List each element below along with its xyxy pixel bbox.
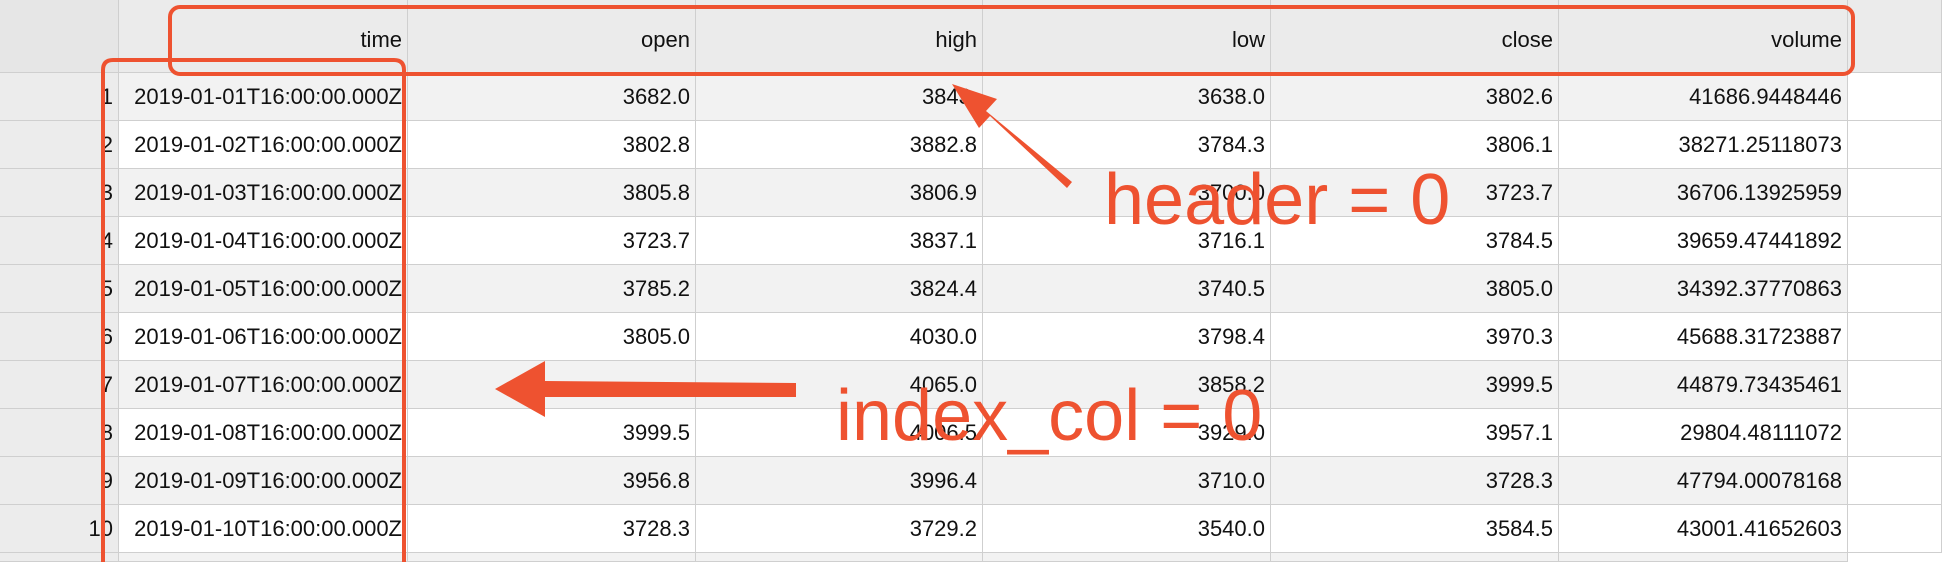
- cell-close[interactable]: 3957.1: [1271, 409, 1559, 457]
- cell-volume[interactable]: 39659.47441892: [1559, 217, 1848, 265]
- cell-high[interactable]: 3882.8: [696, 121, 983, 169]
- cell-volume[interactable]: 36706.13925959: [1559, 169, 1848, 217]
- cell-open[interactable]: 3785.2: [408, 265, 696, 313]
- column-header-low[interactable]: low: [983, 0, 1271, 73]
- cell-time[interactable]: 2019-01-03T16:00:00.000Z: [119, 169, 408, 217]
- row-filler: [1848, 457, 1942, 505]
- row-index-cell[interactable]: 8: [0, 409, 119, 457]
- cell-volume[interactable]: 38271.25118073: [1559, 121, 1848, 169]
- row-index-cell-partial: [0, 553, 119, 562]
- cell-open[interactable]: 3728.3: [408, 505, 696, 553]
- cell-open[interactable]: 3805.0: [408, 313, 696, 361]
- row-filler: [1848, 265, 1942, 313]
- cell-low[interactable]: 3798.4: [983, 313, 1271, 361]
- row-index-cell[interactable]: 6: [0, 313, 119, 361]
- row-filler: [1848, 121, 1942, 169]
- cell-high[interactable]: 4030.0: [696, 313, 983, 361]
- cell-volume[interactable]: 45688.31723887: [1559, 313, 1848, 361]
- cell-volume[interactable]: 34392.37770863: [1559, 265, 1848, 313]
- column-header-time[interactable]: time: [119, 0, 408, 73]
- column-header-volume[interactable]: volume: [1559, 0, 1848, 73]
- cell-partial: [1271, 553, 1559, 562]
- cell-open[interactable]: 3805.8: [408, 169, 696, 217]
- cell-close[interactable]: 3805.0: [1271, 265, 1559, 313]
- cell-partial: [983, 553, 1271, 562]
- cell-close[interactable]: 3728.3: [1271, 457, 1559, 505]
- cell-close[interactable]: 3999.5: [1271, 361, 1559, 409]
- cell-open[interactable]: 3682.0: [408, 73, 696, 121]
- row-index-cell[interactable]: 5: [0, 265, 119, 313]
- cell-time[interactable]: 2019-01-10T16:00:00.000Z: [119, 505, 408, 553]
- cell-open[interactable]: 3723.7: [408, 217, 696, 265]
- cell-volume[interactable]: 43001.41652603: [1559, 505, 1848, 553]
- row-index-cell[interactable]: 3: [0, 169, 119, 217]
- cell-high[interactable]: 3996.4: [696, 457, 983, 505]
- cell-high[interactable]: 3729.2: [696, 505, 983, 553]
- cell-volume[interactable]: 29804.48111072: [1559, 409, 1848, 457]
- cell-partial: [1559, 553, 1848, 562]
- cell-time[interactable]: 2019-01-09T16:00:00.000Z: [119, 457, 408, 505]
- row-index-cell[interactable]: 4: [0, 217, 119, 265]
- cell-open[interactable]: 3956.8: [408, 457, 696, 505]
- header-filler: [1848, 0, 1942, 73]
- cell-partial: [408, 553, 696, 562]
- row-filler: [1848, 313, 1942, 361]
- column-header-close[interactable]: close: [1271, 0, 1559, 73]
- row-filler: [1848, 409, 1942, 457]
- cell-open[interactable]: [408, 361, 696, 409]
- cell-low[interactable]: 3710.0: [983, 457, 1271, 505]
- row-filler: [1848, 505, 1942, 553]
- cell-time[interactable]: 2019-01-05T16:00:00.000Z: [119, 265, 408, 313]
- cell-high[interactable]: 3837.1: [696, 217, 983, 265]
- row-filler: [1848, 217, 1942, 265]
- row-filler: [1848, 361, 1942, 409]
- cell-open[interactable]: 3802.8: [408, 121, 696, 169]
- cell-partial: [696, 553, 983, 562]
- cell-time[interactable]: 2019-01-08T16:00:00.000Z: [119, 409, 408, 457]
- column-header-open[interactable]: open: [408, 0, 696, 73]
- cell-time[interactable]: 2019-01-01T16:00:00.000Z: [119, 73, 408, 121]
- cell-time[interactable]: 2019-01-04T16:00:00.000Z: [119, 217, 408, 265]
- column-header-high[interactable]: high: [696, 0, 983, 73]
- cell-volume[interactable]: 47794.00078168: [1559, 457, 1848, 505]
- row-index-cell[interactable]: 10: [0, 505, 119, 553]
- cell-partial: [119, 553, 408, 562]
- header-corner-cell: [0, 0, 119, 73]
- cell-low[interactable]: 3540.0: [983, 505, 1271, 553]
- spreadsheet-table: time open high low close volume 1 2019-01-01T16…: [0, 0, 1942, 562]
- cell-close[interactable]: 3584.5: [1271, 505, 1559, 553]
- cell-high[interactable]: 3843.: [696, 73, 983, 121]
- cell-volume[interactable]: 41686.9448446: [1559, 73, 1848, 121]
- cell-close[interactable]: 3970.3: [1271, 313, 1559, 361]
- cell-low[interactable]: 3638.0: [983, 73, 1271, 121]
- row-filler: [1848, 73, 1942, 121]
- row-index-cell[interactable]: 2: [0, 121, 119, 169]
- row-filler: [1848, 169, 1942, 217]
- header-annotation-label: header = 0: [1104, 160, 1451, 240]
- cell-open[interactable]: 3999.5: [408, 409, 696, 457]
- cell-time[interactable]: 2019-01-02T16:00:00.000Z: [119, 121, 408, 169]
- index-col-annotation-label: index_col = 0: [836, 376, 1263, 456]
- cell-time[interactable]: 2019-01-06T16:00:00.000Z: [119, 313, 408, 361]
- row-index-cell[interactable]: 7: [0, 361, 119, 409]
- row-index-cell[interactable]: 9: [0, 457, 119, 505]
- cell-time[interactable]: 2019-01-07T16:00:00.000Z: [119, 361, 408, 409]
- cell-volume[interactable]: 44879.73435461: [1559, 361, 1848, 409]
- cell-low[interactable]: 3740.5: [983, 265, 1271, 313]
- cell-close[interactable]: 3802.6: [1271, 73, 1559, 121]
- row-index-cell[interactable]: 1: [0, 73, 119, 121]
- cell-high[interactable]: 3806.9: [696, 169, 983, 217]
- cell-high[interactable]: 3824.4: [696, 265, 983, 313]
